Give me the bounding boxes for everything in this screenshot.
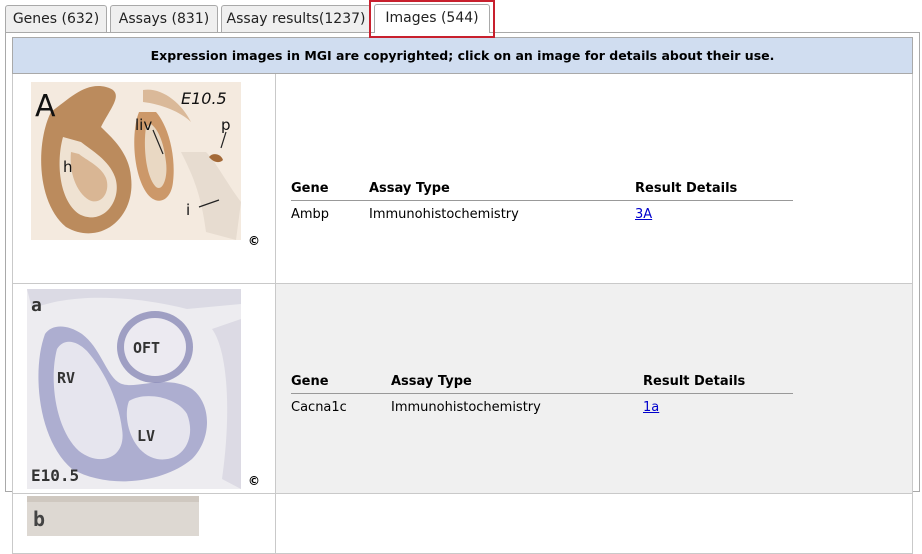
tab-assays[interactable]: Assays (831): [110, 5, 218, 32]
panel-letter: A: [35, 89, 56, 124]
tab-genes[interactable]: Genes (632): [5, 5, 107, 32]
image-results: A E10.5 liv p h i © Gene Assay Type Resu…: [12, 74, 913, 554]
oft-label: OFT: [133, 339, 160, 357]
liv-label: liv: [135, 116, 152, 134]
i-label: i: [186, 201, 190, 219]
result-details-header: Result Details: [643, 369, 793, 394]
copyright-icon: ©: [248, 474, 260, 488]
result-details-link[interactable]: 3A: [635, 207, 652, 222]
result-row: A E10.5 liv p h i © Gene Assay Type Resu…: [12, 74, 913, 284]
image-cell: a OFT RV LV E10.5 ©: [13, 284, 276, 493]
gene-header: Gene: [291, 369, 391, 394]
assay-type-header: Assay Type: [369, 176, 635, 201]
expression-image-cacna1c[interactable]: a OFT RV LV E10.5: [27, 289, 241, 489]
gene-cell: Ambp: [291, 206, 330, 222]
panel-letter: b: [33, 507, 45, 531]
assay-type-cell: Immunohistochemistry: [369, 206, 519, 222]
tab-bar: Genes (632) Assays (831) Assay results(1…: [0, 0, 922, 38]
result-details-header: Result Details: [635, 176, 793, 201]
assay-type-cell: Immunohistochemistry: [391, 399, 541, 415]
result-table: Gene Assay Type Result Details Ambp Immu…: [291, 176, 793, 227]
copyright-notice: Expression images in MGI are copyrighted…: [12, 37, 913, 74]
h-label: h: [63, 158, 73, 176]
tab-images[interactable]: Images (544): [374, 4, 490, 33]
rv-label: RV: [57, 369, 75, 387]
result-details-link[interactable]: 1a: [643, 400, 659, 415]
result-row: a OFT RV LV E10.5 © Gene Assay Type Resu…: [12, 284, 913, 494]
stage-label: E10.5: [31, 466, 79, 485]
p-label: p: [221, 116, 231, 134]
expression-image-partial[interactable]: b: [27, 496, 199, 536]
gene-header: Gene: [291, 176, 369, 201]
result-table: Gene Assay Type Result Details Cacna1c I…: [291, 369, 793, 420]
lv-label: LV: [137, 427, 155, 445]
copyright-icon: ©: [248, 234, 260, 248]
expression-image-ambp[interactable]: A E10.5 liv p h i: [31, 82, 241, 240]
tab-assay-results[interactable]: Assay results(1237): [221, 5, 371, 32]
panel-letter: a: [31, 295, 42, 316]
table-row: Cacna1c Immunohistochemistry 1a: [291, 394, 793, 421]
stage-label: E10.5: [181, 89, 227, 108]
expression-image-ambp-graphic: A E10.5 liv p h i: [31, 82, 241, 240]
assay-type-header: Assay Type: [391, 369, 643, 394]
expression-image-partial-graphic: b: [27, 496, 199, 536]
result-row: b: [12, 494, 913, 554]
image-cell: A E10.5 liv p h i ©: [13, 74, 276, 283]
image-cell: b: [13, 494, 276, 553]
expression-image-cacna1c-graphic: a OFT RV LV E10.5: [27, 289, 241, 489]
images-panel: Expression images in MGI are copyrighted…: [5, 32, 920, 554]
gene-cell: Cacna1c: [291, 399, 347, 415]
table-row: Ambp Immunohistochemistry 3A: [291, 201, 793, 228]
